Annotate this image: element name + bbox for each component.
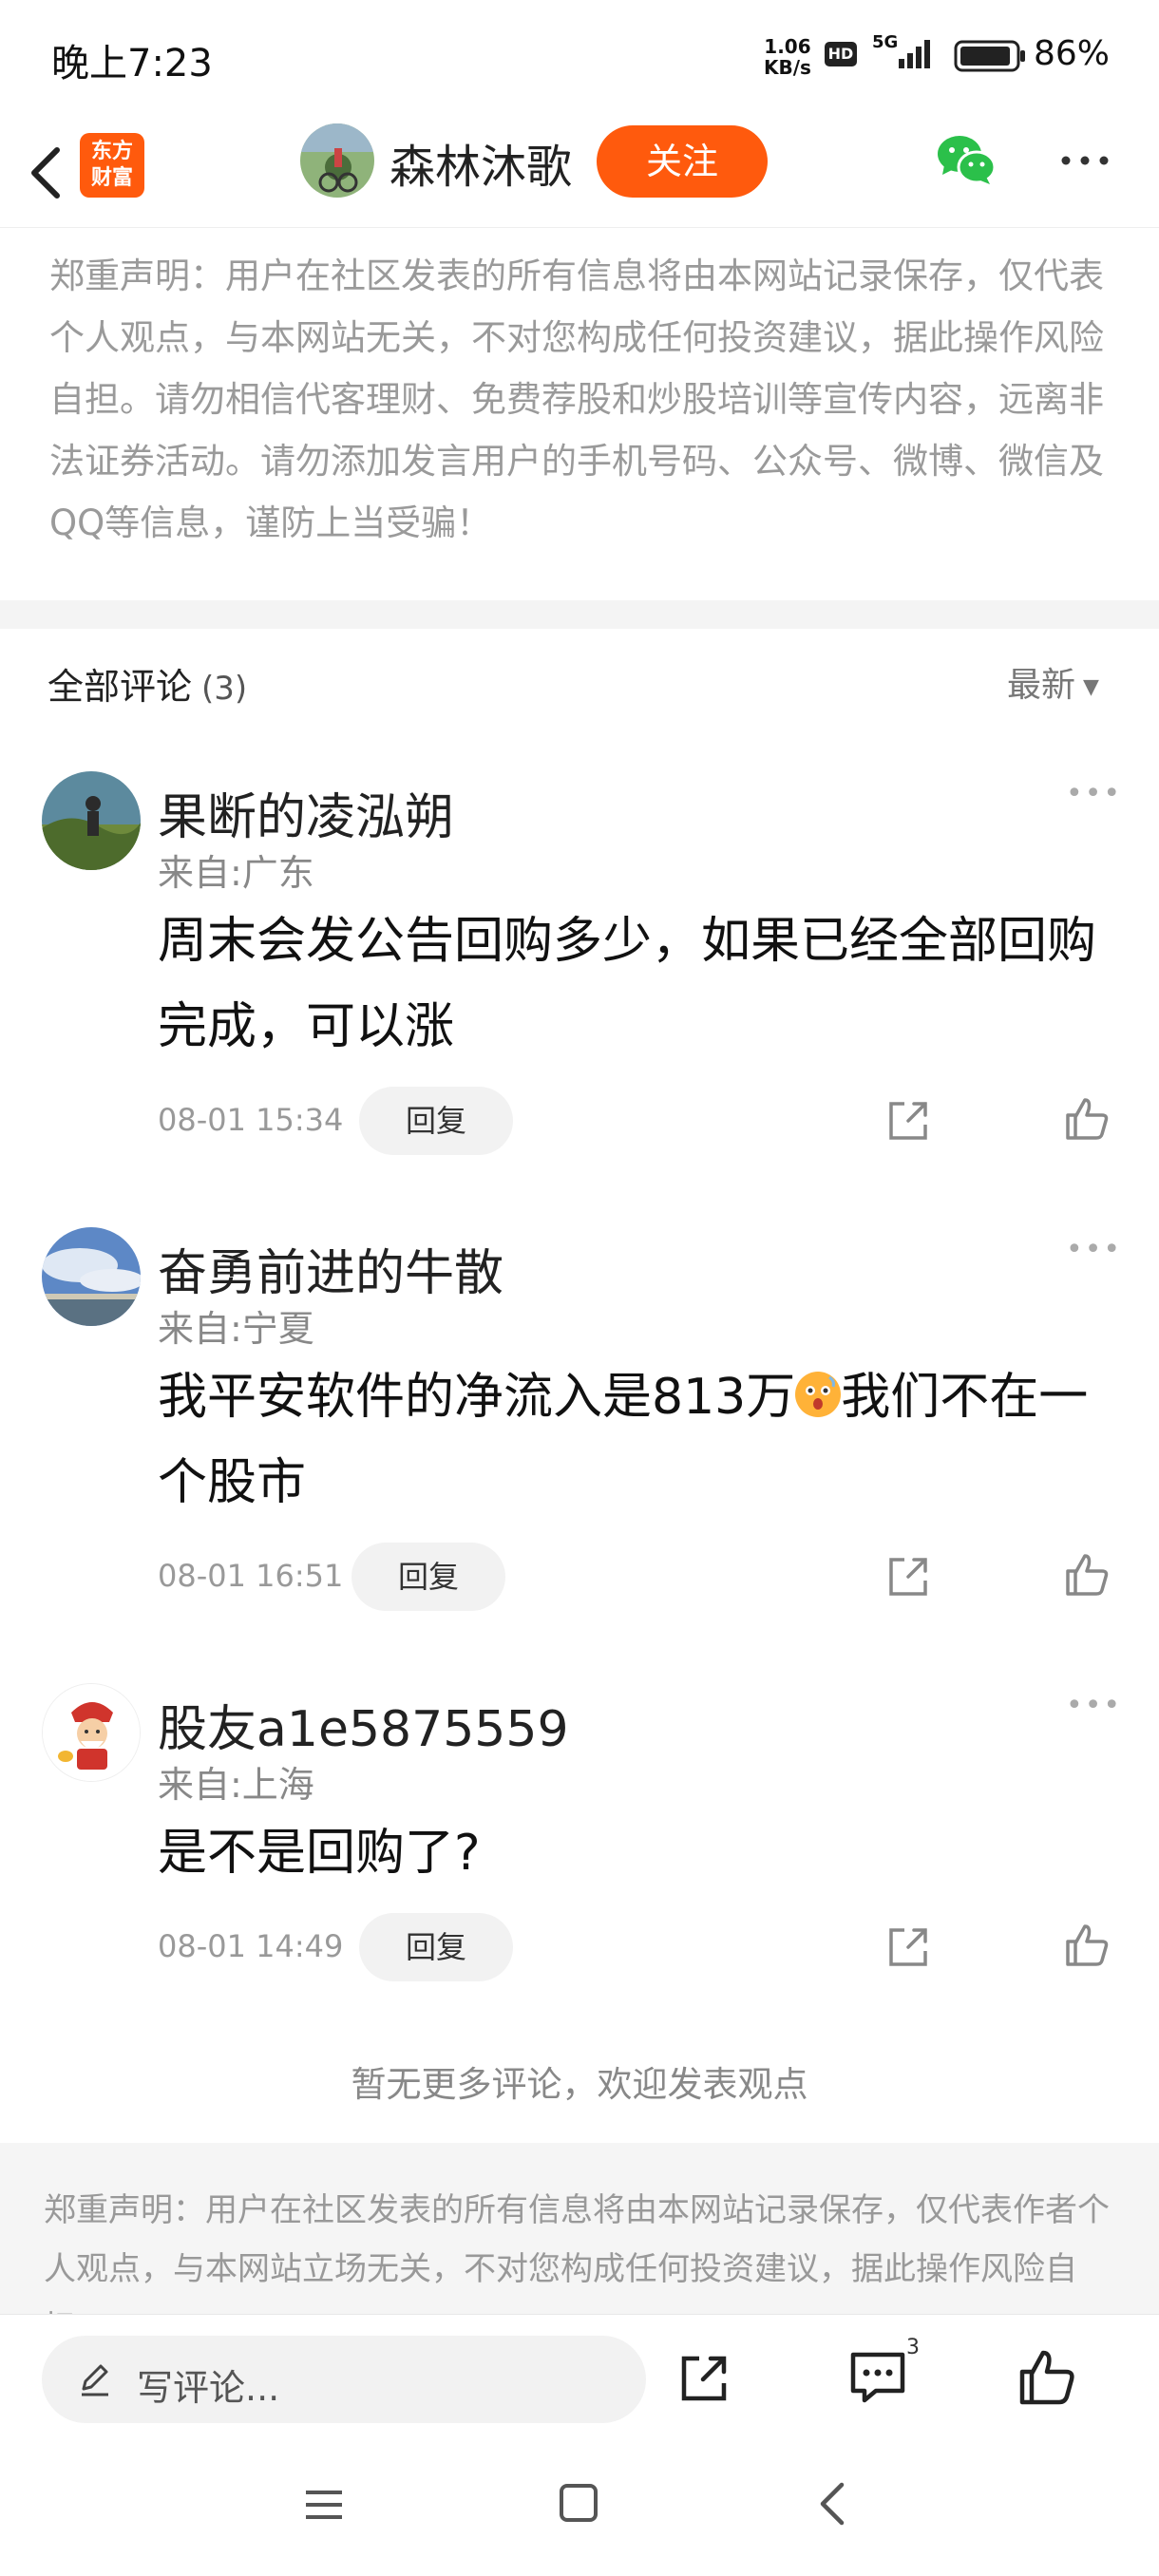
thumbs-up-icon: [1019, 2350, 1074, 2405]
status-time: 晚上7:23: [51, 42, 213, 85]
chevron-left-icon: [31, 147, 60, 199]
network-speed: 1.06 KB/s: [764, 35, 811, 79]
reply-button[interactable]: 回复: [359, 1087, 513, 1155]
footer-disclaimer-text: 郑重声明：用户在社区发表的所有信息将由本网站记录保存，仅代表作者个人观点，与本网…: [44, 2191, 1110, 2314]
comment-more-icon[interactable]: •••: [1066, 777, 1122, 810]
comment-more-icon[interactable]: •••: [1066, 1233, 1122, 1266]
reply-button[interactable]: 回复: [359, 1913, 513, 1981]
home-button[interactable]: [555, 2479, 602, 2527]
system-navigation-bar: [0, 2443, 1159, 2576]
comment-time: 08-01 16:51: [158, 1558, 344, 1594]
comment-item: 果断的凌泓朔 ••• 来自:广东 周末会发公告回购多少，如果已经全部回购完成，可…: [0, 771, 1159, 1161]
recent-apps-button[interactable]: [300, 2481, 348, 2529]
caret-down-icon: ▼: [1083, 674, 1099, 699]
pencil-icon: [82, 2364, 108, 2396]
back-arrow-icon: [820, 2482, 845, 2526]
bottom-action-bar: 写评论... 3: [0, 2314, 1159, 2443]
commenter-avatar[interactable]: [42, 1683, 141, 1782]
share-icon: [681, 2356, 727, 2401]
no-more-comments-text: 暂无更多评论，欢迎发表观点: [351, 2064, 808, 2105]
comment-time: 08-01 14:49: [158, 1928, 344, 1964]
commenter-avatar[interactable]: [42, 771, 141, 870]
comment-bubble-icon: [850, 2352, 905, 2403]
share-icon[interactable]: [884, 1552, 933, 1601]
reply-button[interactable]: 回复: [352, 1543, 505, 1611]
commenter-location: 来自:上海: [158, 1764, 314, 1806]
footer-disclaimer-band: 郑重声明：用户在社区发表的所有信息将由本网站记录保存，仅代表作者个人观点，与本网…: [0, 2143, 1159, 2314]
comments-count: (3): [201, 670, 248, 708]
commenter-name[interactable]: 果断的凌泓朔: [158, 777, 454, 848]
more-options-button[interactable]: [1054, 137, 1115, 184]
wechat-share-button[interactable]: [935, 131, 998, 188]
thumbs-up-icon[interactable]: [1062, 1921, 1112, 1970]
eastmoney-logo[interactable]: 东方 财富: [80, 133, 144, 198]
status-bar: 晚上7:23 1.06 KB/s HD 5G 86%: [0, 0, 1159, 114]
signal-icon: 5G: [872, 32, 939, 72]
battery-percent: 86%: [1034, 34, 1111, 73]
like-button[interactable]: [1016, 2347, 1077, 2408]
comment-count-badge: 3: [906, 2336, 920, 2359]
write-comment-input[interactable]: 写评论...: [42, 2336, 646, 2423]
more-dots-icon: [1061, 156, 1109, 165]
section-divider: [0, 600, 1159, 629]
comments-section-title: 全部评论 (3): [48, 666, 248, 708]
comment-more-icon[interactable]: •••: [1066, 1689, 1122, 1722]
home-square-icon: [560, 2484, 598, 2522]
sort-dropdown[interactable]: 最新 ▼: [1007, 657, 1099, 707]
share-icon[interactable]: [884, 1096, 933, 1146]
share-icon[interactable]: [884, 1923, 933, 1972]
comment-text: 我平安软件的净流入是813万 我们不在一个股市: [158, 1369, 1089, 1511]
thumbs-up-icon[interactable]: [1062, 1094, 1112, 1144]
surprised-emoji-icon: [795, 1372, 842, 1417]
commenter-location: 来自:宁夏: [158, 1308, 314, 1350]
thumbs-up-icon[interactable]: [1062, 1550, 1112, 1600]
comment-item: 奋勇前进的牛散 ••• 来自:宁夏 我平安软件的净流入是813万 我们不在一个股市…: [0, 1227, 1159, 1617]
comment-text: 周末会发公告回购多少，如果已经全部回购完成，可以涨: [158, 913, 1097, 1055]
battery-icon: [954, 40, 1028, 72]
commenter-name[interactable]: 奋勇前进的牛散: [158, 1233, 504, 1304]
author-name[interactable]: 森林沐歌: [390, 129, 572, 196]
back-button[interactable]: [19, 137, 76, 205]
author-avatar[interactable]: [300, 123, 374, 198]
commenter-avatar[interactable]: [42, 1227, 141, 1326]
follow-button[interactable]: 关注: [597, 125, 768, 198]
menu-icon: [306, 2491, 342, 2519]
comments-button[interactable]: [847, 2347, 908, 2408]
commenter-name[interactable]: 股友a1e5875559: [158, 1689, 569, 1760]
comment-time: 08-01 15:34: [158, 1102, 344, 1138]
disclaimer-text: 郑重声明：用户在社区发表的所有信息将由本网站记录保存，仅代表个人观点，与本网站无…: [49, 256, 1104, 543]
comment-item: 股友a1e5875559 ••• 来自:上海 是不是回购了? 08-01 14:…: [0, 1683, 1159, 1997]
wechat-icon: [938, 136, 997, 184]
comment-text: 是不是回购了?: [158, 1825, 481, 1882]
system-back-button[interactable]: [809, 2477, 857, 2530]
share-button[interactable]: [676, 2351, 732, 2406]
hd-icon: HD: [825, 42, 857, 66]
post-header: 东方 财富 森林沐歌 关注: [0, 114, 1159, 228]
comment-input-placeholder: 写评论...: [137, 2367, 280, 2409]
commenter-location: 来自:广东: [158, 852, 314, 894]
